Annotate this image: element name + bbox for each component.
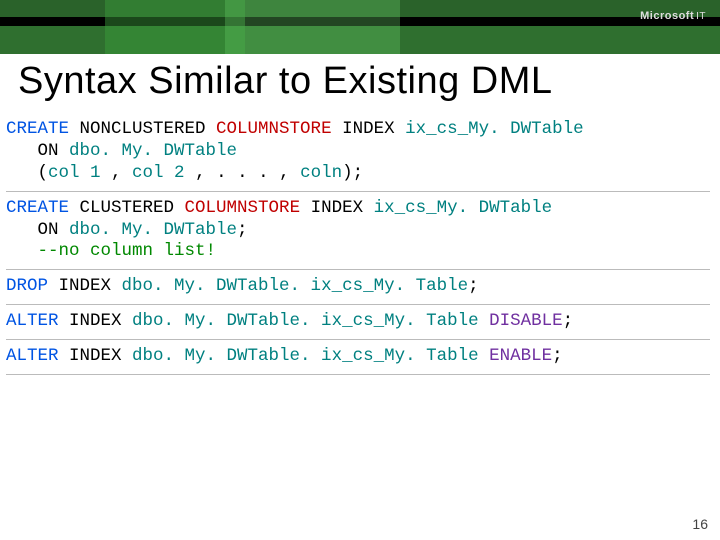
code-block: ALTER INDEX dbo. My. DWTable. ix_cs_My. … xyxy=(6,305,710,340)
code-token: ALTER xyxy=(6,311,59,331)
code-token: INDEX xyxy=(59,311,133,331)
code-token: COLUMNSTORE xyxy=(185,198,301,218)
code-token: ON xyxy=(6,141,69,161)
brand-name: Microsoft xyxy=(640,10,694,22)
code-line: ALTER INDEX dbo. My. DWTable. ix_cs_My. … xyxy=(6,346,710,368)
code-token: --no column list! xyxy=(38,241,217,261)
code-block: DROP INDEX dbo. My. DWTable. ix_cs_My. T… xyxy=(6,270,710,305)
slide-title: Syntax Similar to Existing DML xyxy=(0,54,720,113)
code-token: col 2 xyxy=(132,163,185,183)
banner-overlay-2 xyxy=(225,0,400,54)
code-token: ON xyxy=(6,220,69,240)
code-token: ( xyxy=(6,163,48,183)
code-line: ON dbo. My. DWTable; xyxy=(6,220,710,242)
code-token: CLUSTERED xyxy=(69,198,185,218)
code-token: COLUMNSTORE xyxy=(216,119,332,139)
code-token xyxy=(479,311,490,331)
code-token: DROP xyxy=(6,276,48,296)
code-line: (col 1 , col 2 , . . . , coln); xyxy=(6,163,710,185)
code-token: dbo. My. DWTable. ix_cs_My. Table xyxy=(132,311,479,331)
code-token: coln xyxy=(300,163,342,183)
code-token: INDEX xyxy=(300,198,374,218)
code-line: ON dbo. My. DWTable xyxy=(6,141,710,163)
code-token: ix_cs_My. DWTable xyxy=(374,198,553,218)
code-token: ALTER xyxy=(6,346,59,366)
code-token: ; xyxy=(563,311,574,331)
code-token: dbo. My. DWTable xyxy=(69,141,237,161)
code-block: CREATE CLUSTERED COLUMNSTORE INDEX ix_cs… xyxy=(6,192,710,271)
code-token xyxy=(6,241,38,261)
code-token xyxy=(479,346,490,366)
code-line: CREATE CLUSTERED COLUMNSTORE INDEX ix_cs… xyxy=(6,198,710,220)
code-token: CREATE xyxy=(6,198,69,218)
code-line: --no column list! xyxy=(6,241,710,263)
brand-suffix: IT xyxy=(696,11,706,22)
code-token: , xyxy=(101,163,133,183)
brand-label: MicrosoftIT xyxy=(640,10,706,22)
code-token: col 1 xyxy=(48,163,101,183)
slide: MicrosoftIT Syntax Similar to Existing D… xyxy=(0,0,720,540)
code-token: ; xyxy=(237,220,248,240)
banner-overlay-1 xyxy=(105,0,245,54)
code-token: INDEX xyxy=(59,346,133,366)
code-block: CREATE NONCLUSTERED COLUMNSTORE INDEX ix… xyxy=(6,113,710,192)
code-line: DROP INDEX dbo. My. DWTable. ix_cs_My. T… xyxy=(6,276,710,298)
code-line: ALTER INDEX dbo. My. DWTable. ix_cs_My. … xyxy=(6,311,710,333)
code-token: INDEX xyxy=(332,119,406,139)
code-token: ENABLE xyxy=(489,346,552,366)
code-token: DISABLE xyxy=(489,311,563,331)
code-token: ); xyxy=(342,163,363,183)
code-block: ALTER INDEX dbo. My. DWTable. ix_cs_My. … xyxy=(6,340,710,375)
code-token: ; xyxy=(468,276,479,296)
code-token: ix_cs_My. DWTable xyxy=(405,119,584,139)
code-token: , . . . , xyxy=(185,163,301,183)
code-token: CREATE xyxy=(6,119,69,139)
page-number: 16 xyxy=(692,516,708,532)
code-token: dbo. My. DWTable. ix_cs_My. Table xyxy=(132,346,479,366)
code-token: dbo. My. DWTable xyxy=(69,220,237,240)
code-token: dbo. My. DWTable. ix_cs_My. Table xyxy=(122,276,469,296)
top-banner: MicrosoftIT xyxy=(0,0,720,54)
code-token: INDEX xyxy=(48,276,122,296)
code-token: NONCLUSTERED xyxy=(69,119,216,139)
code-token: ; xyxy=(552,346,563,366)
code-area: CREATE NONCLUSTERED COLUMNSTORE INDEX ix… xyxy=(0,113,720,375)
code-line: CREATE NONCLUSTERED COLUMNSTORE INDEX ix… xyxy=(6,119,710,141)
